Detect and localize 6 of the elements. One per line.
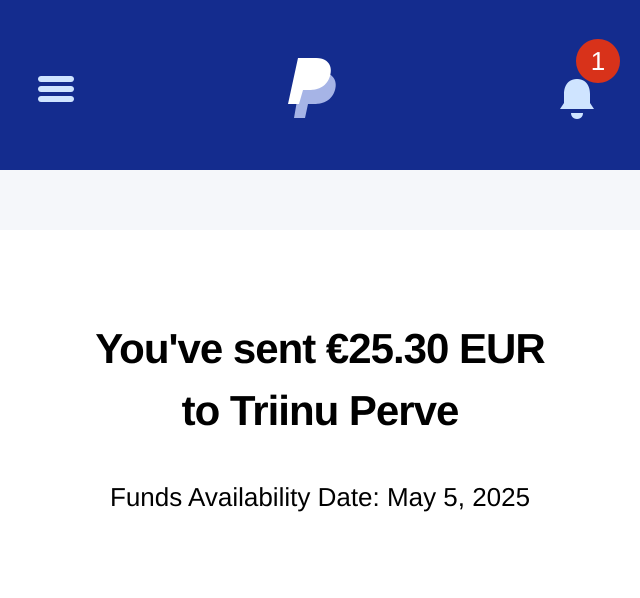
availability-date: Funds Availability Date: May 5, 2025 (110, 481, 530, 514)
menu-icon[interactable] (38, 75, 74, 103)
bell-icon[interactable] (559, 77, 595, 119)
logo-icon (288, 58, 338, 120)
notification-badge: 1 (576, 39, 620, 83)
confirmation-title: You've sent €25.30 EUR to Triinu Perve (95, 324, 545, 436)
